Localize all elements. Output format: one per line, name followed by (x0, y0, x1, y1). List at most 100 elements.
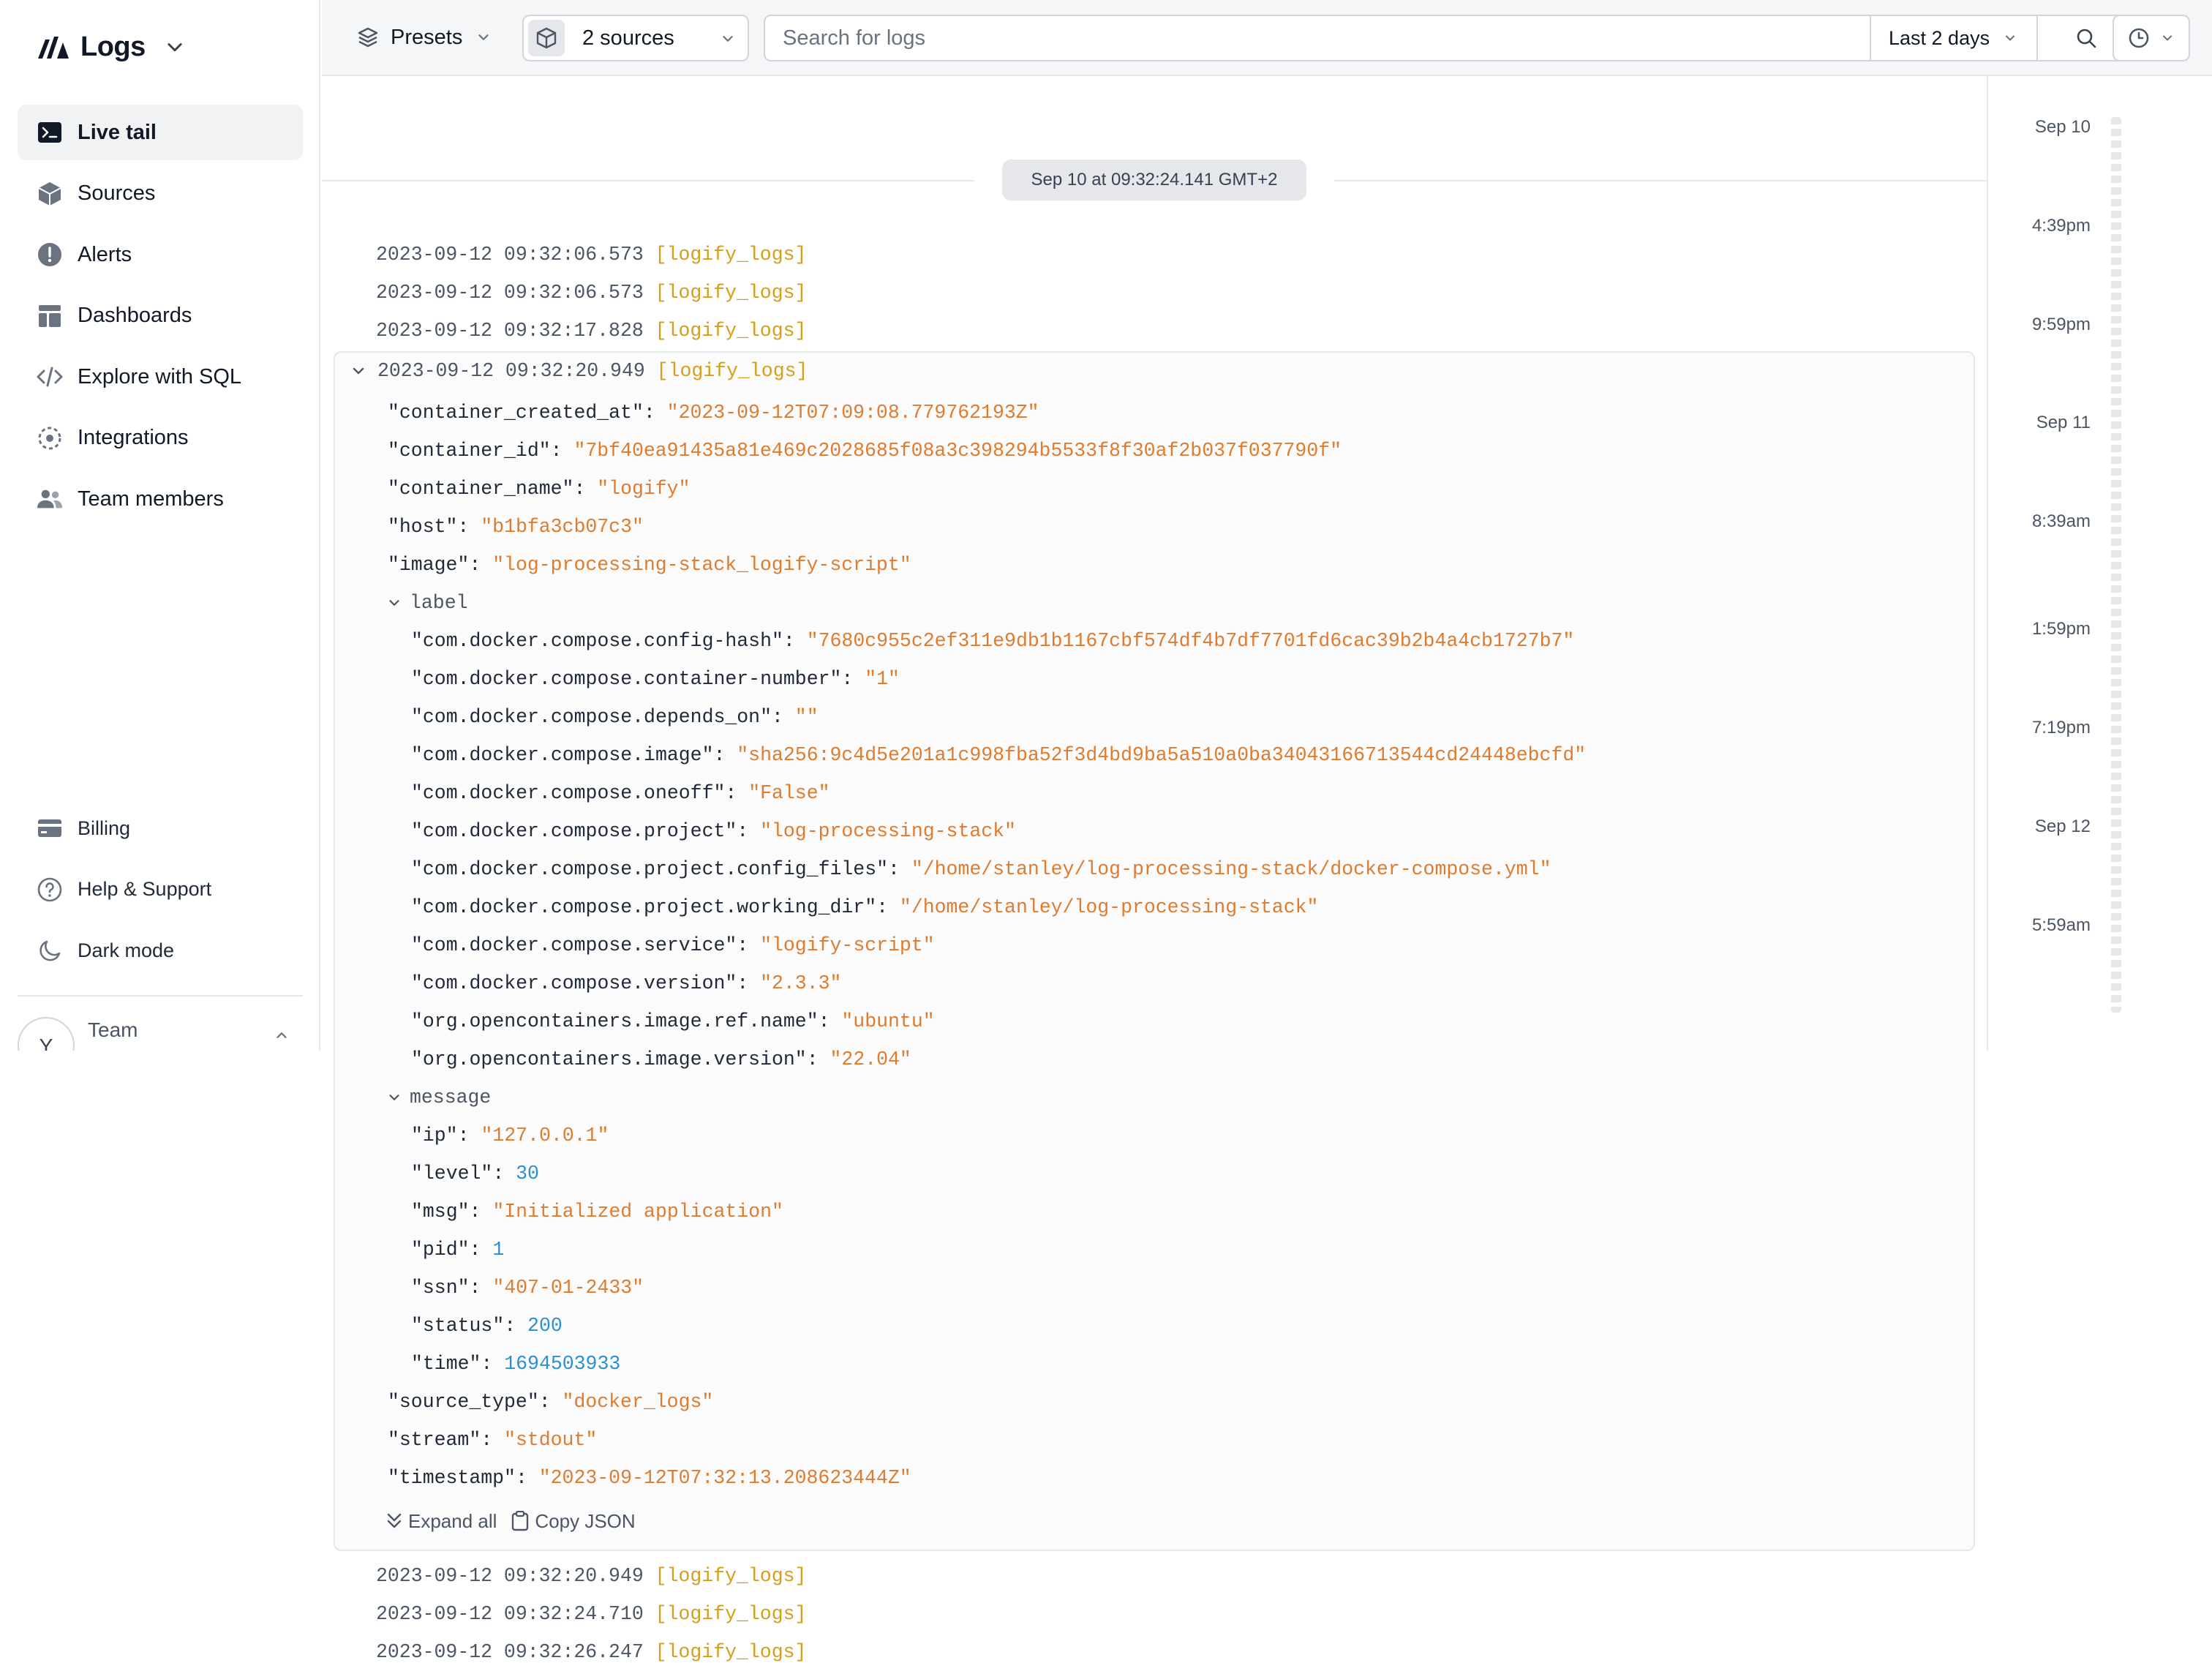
field-row[interactable]: "com.docker.compose.oneoff": "False" (411, 774, 830, 812)
sidebar-item-sources[interactable]: Sources (18, 166, 303, 222)
field-row[interactable]: "com.docker.compose.config-hash": "7680c… (411, 622, 1574, 660)
field-row[interactable]: "com.docker.compose.project": "log-proce… (411, 812, 1016, 850)
log-row[interactable]: 2023-09-12 09:32:24.710 [logify_logs] (376, 1595, 806, 1633)
chevron-down-icon (2006, 35, 2015, 41)
brand-switcher[interactable]: Logs (37, 26, 185, 67)
field-group-toggle[interactable]: label (386, 584, 468, 622)
field-value: "2.3.3" (760, 972, 842, 994)
field-separator: : (783, 630, 807, 652)
sidebar-item-explore-sql[interactable]: Explore with SQL (18, 349, 303, 405)
sidebar-item-live-tail[interactable]: Live tail (18, 105, 303, 160)
timeline-track[interactable] (2111, 117, 2121, 1013)
terminal-icon (37, 119, 63, 146)
field-key: "org.opencontainers.image.version" (411, 1048, 807, 1070)
field-separator: : (806, 1048, 830, 1070)
log-timestamp: 2023-09-12 09:32:06.573 (376, 282, 644, 304)
log-entry-header[interactable]: 2023-09-12 09:32:20.949 [logify_logs] (350, 353, 808, 389)
log-row[interactable]: 2023-09-12 09:32:26.247 [logify_logs] (376, 1633, 806, 1671)
field-separator: : (737, 934, 761, 956)
field-group-toggle[interactable]: message (386, 1078, 491, 1116)
field-value: "Initialized application" (492, 1201, 783, 1223)
field-value: "1" (865, 668, 900, 690)
field-row[interactable]: "ssn": "407-01-2433" (411, 1269, 644, 1307)
field-row[interactable]: "timestamp": "2023-09-12T07:32:13.208623… (388, 1459, 911, 1497)
field-row[interactable]: "container_name": "logify" (388, 470, 691, 508)
field-value: "407-01-2433" (492, 1277, 644, 1299)
field-row[interactable]: "time": 1694503933 (411, 1345, 620, 1383)
sidebar-item-label: Explore with SQL (78, 364, 242, 389)
field-key: "com.docker.compose.container-number" (411, 668, 842, 690)
field-row[interactable]: "ip": "127.0.0.1" (411, 1116, 609, 1155)
main-nav: Live tail Sources Alerts Dashboards Expl… (18, 105, 303, 533)
team-switcher[interactable]: Y Team (18, 1017, 303, 1051)
sidebar-item-integrations[interactable]: Integrations (18, 410, 303, 466)
timeline-label: Sep 10 (2034, 117, 2091, 137)
field-row[interactable]: "host": "b1bfa3cb07c3" (388, 508, 644, 546)
log-source: [logify_logs] (655, 282, 807, 304)
sidebar-item-billing[interactable]: Billing (18, 800, 303, 856)
field-row[interactable]: "image": "log-processing-stack_logify-sc… (388, 546, 911, 584)
field-row[interactable]: "com.docker.compose.service": "logify-sc… (411, 926, 935, 964)
timeline-histogram[interactable]: Sep 10 4:39pm 9:59pm Sep 11 8:39am 1:59pm 7:19… (1987, 76, 2212, 1051)
refresh-interval-button[interactable] (2113, 15, 2190, 61)
chevron-down-icon (478, 34, 489, 40)
field-value: "docker_logs" (562, 1391, 714, 1413)
timeline-label: 9:59pm (2031, 315, 2091, 334)
log-row[interactable]: 2023-09-12 09:32:06.573 [logify_logs] (376, 236, 806, 274)
search-input[interactable] (765, 16, 1870, 60)
field-row[interactable]: "status": 200 (411, 1307, 563, 1345)
chevrons-down-icon (387, 1513, 402, 1528)
field-separator: : (737, 820, 761, 842)
sources-selector[interactable]: 2 sources (522, 15, 749, 61)
field-row[interactable]: "com.docker.compose.project.working_dir"… (411, 888, 1318, 926)
field-row[interactable]: "msg": "Initialized application" (411, 1193, 783, 1231)
layers-icon (358, 27, 378, 48)
log-source: [logify_logs] (655, 1603, 807, 1625)
chevron-down-icon (2162, 35, 2172, 41)
presets-dropdown[interactable]: Presets (357, 19, 492, 56)
field-value: "22.04" (830, 1048, 911, 1070)
log-row[interactable]: 2023-09-12 09:32:20.949 [logify_logs] (376, 1557, 806, 1595)
log-timestamp: 2023-09-12 09:32:20.949 (377, 360, 645, 382)
expand-all-button[interactable]: Expand all (386, 1510, 497, 1533)
log-row[interactable]: 2023-09-12 09:32:06.573 [logify_logs] (376, 274, 806, 312)
dark-mode-toggle[interactable]: Dark mode (18, 923, 303, 978)
field-row[interactable]: "com.docker.compose.container-number": "… (411, 660, 900, 698)
log-row[interactable]: 2023-09-12 09:32:17.828 [logify_logs] (376, 312, 806, 350)
copy-json-button[interactable]: Copy JSON (511, 1510, 636, 1533)
field-row[interactable]: "source_type": "docker_logs" (388, 1383, 713, 1421)
field-key: "time" (411, 1353, 481, 1375)
field-row[interactable]: "level": 30 (411, 1155, 539, 1193)
sidebar-item-team-members[interactable]: Team members (18, 471, 303, 527)
sidebar-item-dashboards[interactable]: Dashboards (18, 288, 303, 344)
time-range-dropdown[interactable]: Last 2 days (1870, 16, 2036, 60)
field-row[interactable]: "container_created_at": "2023-09-12T07:0… (388, 394, 1039, 432)
field-key: "image" (388, 554, 470, 576)
field-row[interactable]: "com.docker.compose.version": "2.3.3" (411, 964, 841, 1002)
field-separator: : (469, 1239, 493, 1261)
sidebar-item-label: Live tail (78, 120, 157, 144)
field-key: "container_created_at" (388, 402, 644, 424)
field-key: "pid" (411, 1239, 470, 1261)
expand-all-label: Expand all (408, 1509, 497, 1532)
field-row[interactable]: "org.opencontainers.image.version": "22.… (411, 1040, 911, 1078)
field-row[interactable]: "container_id": "7bf40ea91435a81e469c202… (388, 432, 1342, 470)
separator-line (1334, 180, 1987, 181)
field-key: "com.docker.compose.project.working_dir" (411, 896, 877, 918)
sidebar-item-alerts[interactable]: Alerts (18, 227, 303, 282)
field-row[interactable]: "com.docker.compose.project.config_files… (411, 850, 1551, 888)
field-row[interactable]: "com.docker.compose.image": "sha256:9c4d… (411, 736, 1586, 774)
sidebar-item-label: Alerts (78, 242, 132, 266)
field-row[interactable]: "org.opencontainers.image.ref.name": "ub… (411, 1002, 935, 1040)
field-row[interactable]: "stream": "stdout" (388, 1421, 597, 1459)
timeline-label: 4:39pm (2031, 216, 2091, 236)
field-separator: : (538, 1391, 563, 1413)
chevron-down-icon (168, 43, 182, 52)
separator-line (322, 180, 974, 181)
field-row[interactable]: "com.docker.compose.depends_on": "" (411, 698, 819, 736)
field-row[interactable]: "pid": 1 (411, 1231, 504, 1269)
log-source: [logify_logs] (655, 320, 807, 342)
sidebar-item-help[interactable]: Help & Support (18, 862, 303, 917)
field-key: "container_id" (388, 440, 551, 462)
field-key: "level" (411, 1163, 493, 1185)
